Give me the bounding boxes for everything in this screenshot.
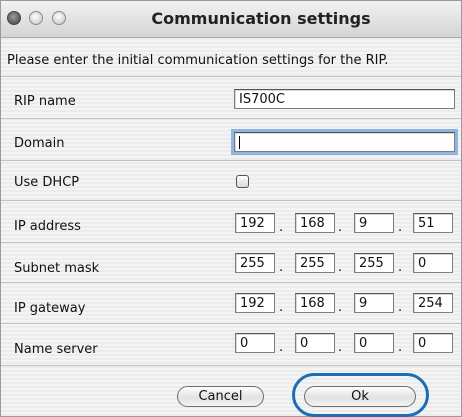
octet-separator: . bbox=[338, 260, 343, 275]
ip-address-octet-4[interactable] bbox=[413, 213, 453, 233]
name-server-octet-2[interactable] bbox=[295, 333, 335, 353]
divider bbox=[1, 200, 461, 201]
name-server-octet-4[interactable] bbox=[413, 333, 453, 353]
ip-gateway-octet-2[interactable] bbox=[295, 293, 335, 313]
subnet-mask-octet-1[interactable] bbox=[235, 253, 275, 273]
name-server-label: Name server bbox=[14, 342, 98, 357]
ip-gateway-octet-4[interactable] bbox=[413, 293, 453, 313]
communication-settings-dialog: Communication settings Please enter the … bbox=[0, 0, 462, 417]
subnet-mask-octet-4[interactable] bbox=[413, 253, 453, 273]
divider bbox=[1, 118, 461, 119]
octet-separator: . bbox=[338, 220, 343, 235]
use-dhcp-checkbox[interactable] bbox=[236, 175, 249, 188]
domain-label: Domain bbox=[14, 136, 65, 151]
domain-input[interactable] bbox=[234, 132, 455, 152]
subnet-mask-octet-3[interactable] bbox=[354, 253, 394, 273]
octet-separator: . bbox=[279, 260, 284, 275]
divider bbox=[1, 76, 461, 77]
divider bbox=[1, 242, 461, 243]
divider bbox=[1, 282, 461, 283]
octet-separator: . bbox=[279, 340, 284, 355]
octet-separator: . bbox=[398, 300, 403, 315]
ip-address-octet-2[interactable] bbox=[295, 213, 335, 233]
rip-name-label: RIP name bbox=[14, 94, 76, 109]
divider bbox=[1, 160, 461, 161]
subnet-mask-octet-2[interactable] bbox=[295, 253, 335, 273]
octet-separator: . bbox=[338, 300, 343, 315]
octet-separator: . bbox=[398, 340, 403, 355]
ip-gateway-label: IP gateway bbox=[14, 301, 86, 316]
octet-separator: . bbox=[338, 340, 343, 355]
octet-separator: . bbox=[398, 220, 403, 235]
name-server-octet-3[interactable] bbox=[354, 333, 394, 353]
ip-address-octet-3[interactable] bbox=[354, 213, 394, 233]
ip-address-label: IP address bbox=[14, 219, 81, 234]
use-dhcp-label: Use DHCP bbox=[14, 175, 80, 190]
intro-text: Please enter the initial communication s… bbox=[7, 53, 389, 68]
ip-gateway-octet-3[interactable] bbox=[354, 293, 394, 313]
divider bbox=[1, 323, 461, 324]
name-server-octet-1[interactable] bbox=[235, 333, 275, 353]
ip-address-octet-1[interactable] bbox=[235, 213, 275, 233]
ok-button[interactable]: Ok bbox=[304, 386, 416, 407]
octet-separator: . bbox=[279, 300, 284, 315]
window-title: Communication settings bbox=[151, 9, 371, 28]
divider bbox=[1, 365, 461, 366]
octet-separator: . bbox=[398, 260, 403, 275]
rip-name-input[interactable] bbox=[234, 89, 455, 109]
title-bar: Communication settings bbox=[1, 1, 461, 38]
ip-gateway-octet-1[interactable] bbox=[235, 293, 275, 313]
text-caret bbox=[239, 136, 240, 149]
octet-separator: . bbox=[279, 220, 284, 235]
cancel-button[interactable]: Cancel bbox=[177, 386, 264, 407]
subnet-mask-label: Subnet mask bbox=[14, 261, 100, 276]
